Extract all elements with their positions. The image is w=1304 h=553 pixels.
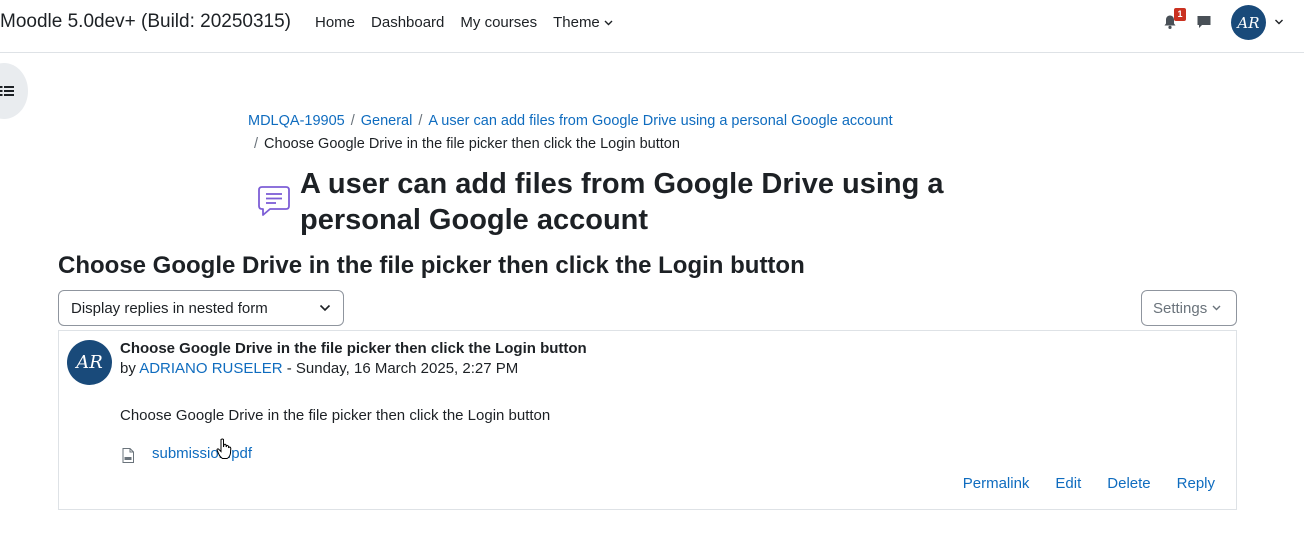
messages-icon[interactable] <box>1196 14 1212 30</box>
breadcrumb-section[interactable]: General <box>361 113 413 129</box>
reply-link[interactable]: Reply <box>1177 475 1215 492</box>
nav-dashboard[interactable]: Dashboard <box>371 14 444 31</box>
permalink-link[interactable]: Permalink <box>963 475 1030 492</box>
page-title: A user can add files from Google Drive u… <box>300 168 944 236</box>
breadcrumb: MDLQA-19905 / General / A user can add files… <box>248 110 1008 156</box>
pdf-file-icon <box>122 448 134 463</box>
post-byline: by ADRIANO RUSELER - Sunday, 16 March 20… <box>120 360 518 377</box>
nav-theme-label: Theme <box>553 14 600 31</box>
top-navbar: Moodle 5.0dev+ (Build: 20250315) Home Da… <box>0 0 1304 53</box>
chevron-down-icon <box>1212 305 1221 311</box>
chevron-down-icon[interactable] <box>1274 17 1284 27</box>
course-index-toggle[interactable] <box>0 63 28 119</box>
post-by-prefix: by <box>120 360 136 377</box>
forum-icon <box>258 186 290 216</box>
primary-navigation: Home Dashboard My courses Theme <box>315 0 613 45</box>
post-date: - Sunday, 16 March 2025, 2:27 PM <box>286 360 519 377</box>
post-subject: Choose Google Drive in the file picker t… <box>120 340 587 357</box>
nav-theme-menu[interactable]: Theme <box>553 14 613 31</box>
post-author-avatar[interactable]: AR <box>67 340 112 385</box>
edit-link[interactable]: Edit <box>1055 475 1081 492</box>
attachment-link[interactable]: submission.pdf <box>152 445 252 462</box>
site-name[interactable]: Moodle 5.0dev+ (Build: 20250315) <box>0 11 291 33</box>
user-actions: 1 AR <box>1154 0 1304 45</box>
forum-post: AR Choose Google Drive in the file picke… <box>58 330 1237 510</box>
post-message: Choose Google Drive in the file picker t… <box>120 407 551 424</box>
nav-my-courses[interactable]: My courses <box>460 14 537 31</box>
breadcrumb-separator: / <box>350 113 355 129</box>
notification-count-badge: 1 <box>1174 8 1186 21</box>
delete-link[interactable]: Delete <box>1107 475 1150 492</box>
settings-menu-button[interactable]: Settings <box>1141 290 1237 326</box>
breadcrumb-forum[interactable]: A user can add files from Google Drive u… <box>428 113 892 129</box>
display-mode-select[interactable]: Display replies in nested form <box>58 290 344 326</box>
breadcrumb-separator: / <box>418 113 423 129</box>
list-icon <box>0 86 14 96</box>
breadcrumb-current: Choose Google Drive in the file picker t… <box>264 136 680 152</box>
user-avatar[interactable]: AR <box>1231 5 1266 40</box>
post-author-link[interactable]: ADRIANO RUSELER <box>139 360 282 377</box>
breadcrumb-separator: / <box>254 136 259 152</box>
chevron-down-icon <box>604 20 613 25</box>
breadcrumb-course[interactable]: MDLQA-19905 <box>248 113 345 129</box>
display-mode-value: Display replies in nested form <box>71 300 268 317</box>
chevron-down-icon <box>319 304 331 312</box>
discussion-title: Choose Google Drive in the file picker t… <box>58 252 805 279</box>
settings-label: Settings <box>1153 299 1208 317</box>
hand-cursor-icon <box>216 438 232 459</box>
post-actions: Permalink Edit Delete Reply <box>963 475 1215 492</box>
nav-home[interactable]: Home <box>315 14 355 31</box>
